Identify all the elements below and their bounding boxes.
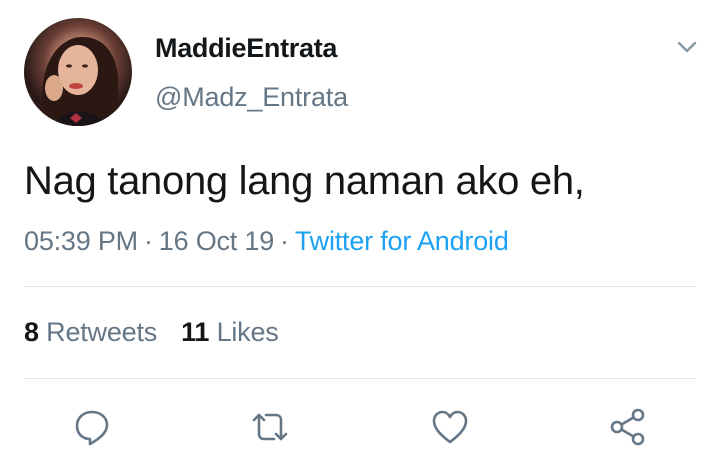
retweet-icon bbox=[252, 413, 288, 441]
retweets-stat[interactable]: 8 Retweets bbox=[24, 317, 157, 347]
reply-button[interactable] bbox=[70, 405, 114, 449]
tweet-text: Nag tanong lang naman ako eh, bbox=[24, 159, 585, 203]
retweets-label: Retweets bbox=[46, 317, 158, 347]
divider bbox=[24, 378, 696, 379]
retweet-button[interactable] bbox=[248, 405, 292, 449]
divider bbox=[24, 286, 696, 287]
display-name[interactable]: MaddieEntrata bbox=[155, 33, 337, 64]
meta-separator: · bbox=[143, 226, 153, 256]
avatar[interactable] bbox=[24, 18, 132, 126]
share-button[interactable] bbox=[606, 405, 650, 449]
meta-separator: · bbox=[280, 226, 289, 256]
retweets-count: 8 bbox=[24, 317, 39, 347]
likes-count: 11 bbox=[181, 317, 210, 347]
user-handle[interactable]: @Madz_Entrata bbox=[155, 82, 348, 113]
tweet-meta: 05:39 PM · 16 Oct 19 · Twitter for Android bbox=[24, 226, 509, 257]
likes-stat[interactable]: 11 Likes bbox=[181, 317, 279, 347]
likes-label: Likes bbox=[216, 317, 279, 347]
reply-icon bbox=[75, 410, 109, 446]
tweet-source-link[interactable]: Twitter for Android bbox=[295, 226, 509, 256]
tweet-stats: 8 Retweets 11 Likes bbox=[24, 317, 279, 348]
tweet-card: MaddieEntrata @Madz_Entrata Nag tanong l… bbox=[0, 0, 720, 474]
tweet-time: 05:39 PM bbox=[24, 226, 138, 256]
share-icon bbox=[610, 408, 645, 446]
chevron-down-icon[interactable] bbox=[674, 34, 700, 60]
heart-icon bbox=[432, 410, 468, 444]
profile-photo-icon bbox=[41, 37, 125, 126]
tweet-date: 16 Oct 19 bbox=[158, 226, 275, 256]
like-button[interactable] bbox=[428, 405, 472, 449]
